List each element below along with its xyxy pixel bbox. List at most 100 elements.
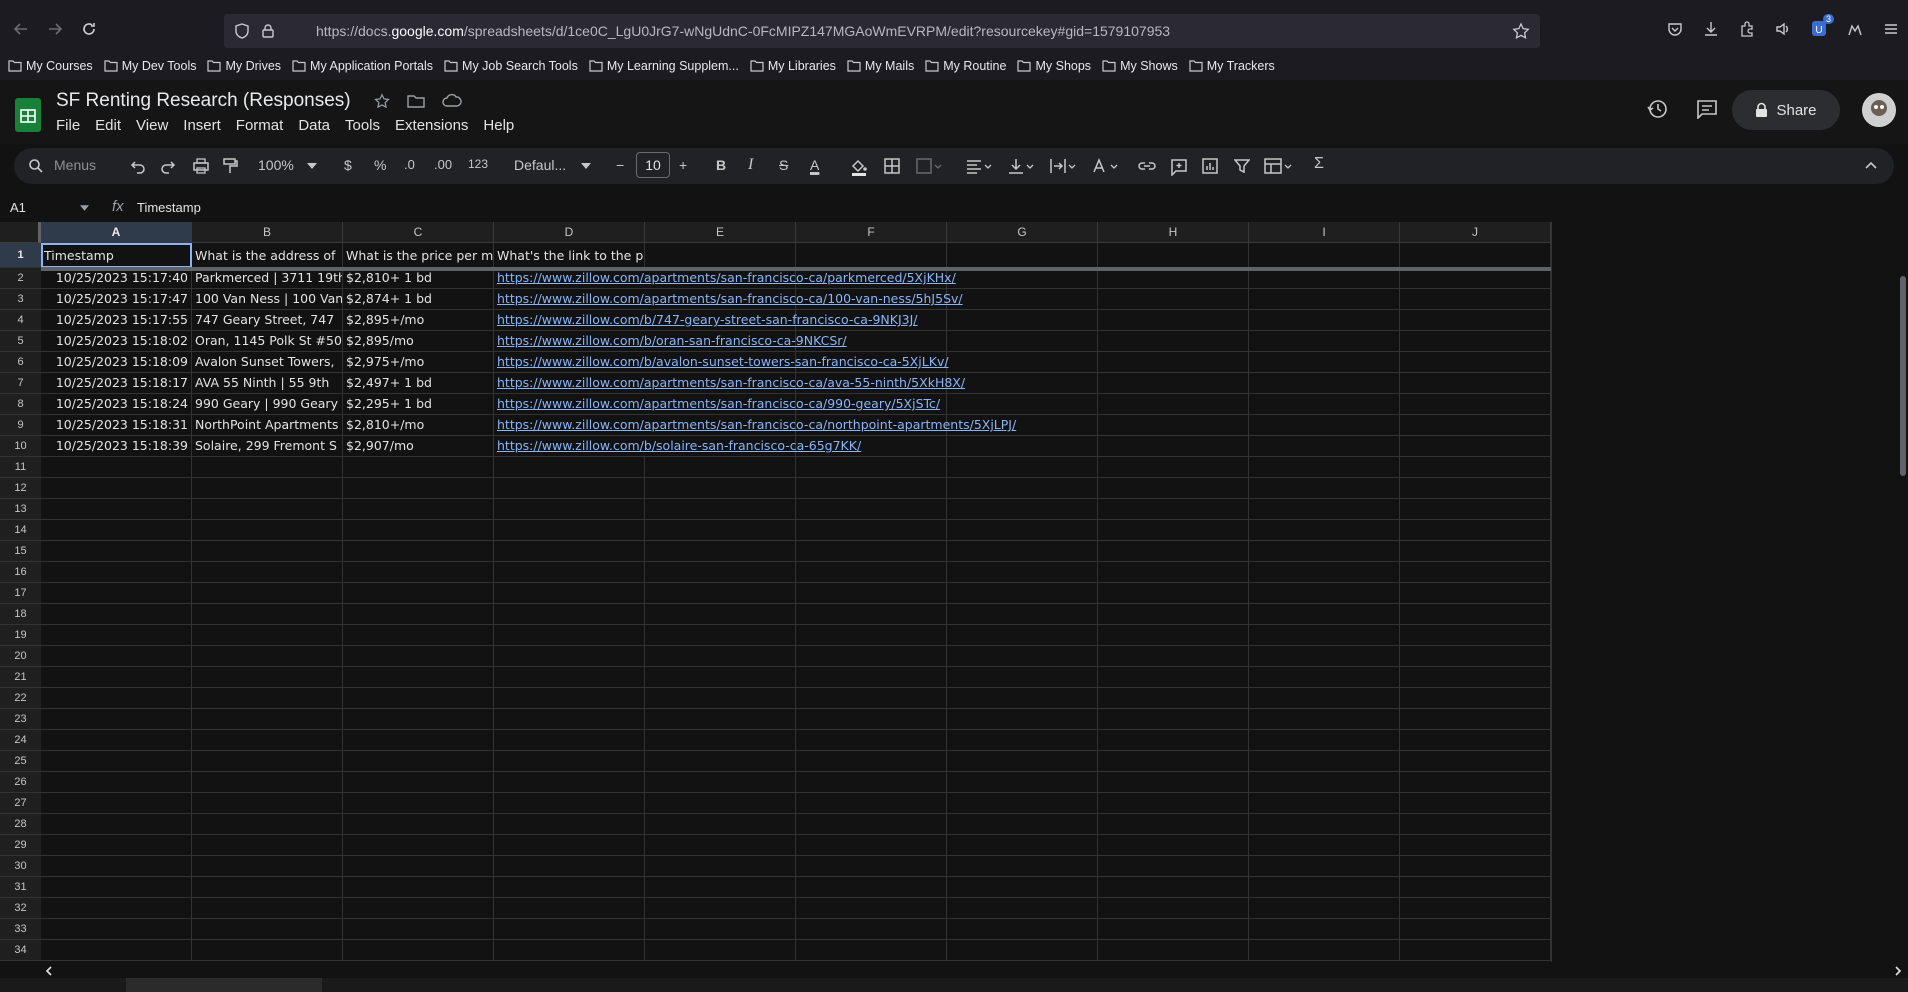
font-size-increase-button[interactable]: +: [679, 157, 687, 173]
document-title-text[interactable]: SF Renting Research (Responses): [56, 90, 351, 111]
cell[interactable]: [192, 562, 343, 583]
cell[interactable]: [796, 243, 947, 268]
cell[interactable]: [1098, 709, 1249, 730]
cell[interactable]: [645, 898, 796, 919]
cell[interactable]: [1400, 373, 1551, 394]
cell[interactable]: [41, 772, 192, 793]
cell[interactable]: [1098, 625, 1249, 646]
cell[interactable]: [1400, 772, 1551, 793]
bookmark-item[interactable]: My Routine: [925, 59, 1006, 73]
row-header[interactable]: 31: [0, 877, 41, 898]
cell[interactable]: [1249, 709, 1400, 730]
insert-chart-icon[interactable]: [1202, 158, 1218, 174]
forward-icon[interactable]: [46, 20, 64, 38]
menu-tools[interactable]: Tools: [345, 117, 380, 134]
cell[interactable]: [494, 898, 645, 919]
cell[interactable]: [947, 243, 1098, 268]
cell[interactable]: [192, 625, 343, 646]
cell[interactable]: [796, 877, 947, 898]
cell[interactable]: [343, 520, 494, 541]
cloud-saved-icon[interactable]: [442, 93, 463, 109]
cell[interactable]: [192, 583, 343, 604]
cell[interactable]: [41, 814, 192, 835]
cell[interactable]: [947, 688, 1098, 709]
italic-button[interactable]: I: [748, 156, 753, 174]
cell[interactable]: [1098, 772, 1249, 793]
url-text[interactable]: https://docs.google.com/spreadsheets/d/1…: [316, 23, 1170, 39]
menu-edit[interactable]: Edit: [95, 117, 121, 134]
zoom-select[interactable]: 100%: [258, 157, 294, 173]
cell[interactable]: [343, 583, 494, 604]
cell[interactable]: [645, 646, 796, 667]
cell[interactable]: [41, 751, 192, 772]
cell[interactable]: [1249, 520, 1400, 541]
row-header[interactable]: 17: [0, 583, 41, 604]
bookmark-item[interactable]: My Shows: [1102, 59, 1178, 73]
cell[interactable]: [1249, 243, 1400, 268]
column-header[interactable]: I: [1249, 222, 1400, 243]
cell[interactable]: [1400, 541, 1551, 562]
cell[interactable]: [645, 499, 796, 520]
cell[interactable]: [947, 331, 1098, 352]
cell[interactable]: [1098, 373, 1249, 394]
price-cell[interactable]: $2,874+ 1 bd: [343, 289, 494, 310]
cell[interactable]: [645, 478, 796, 499]
hamburger-menu-icon[interactable]: [1882, 20, 1900, 38]
row-header[interactable]: 10: [0, 436, 41, 457]
row-header[interactable]: 4: [0, 310, 41, 331]
cell[interactable]: [494, 793, 645, 814]
cell[interactable]: [494, 688, 645, 709]
cell[interactable]: [947, 835, 1098, 856]
cell[interactable]: [947, 646, 1098, 667]
address-cell[interactable]: Oran, 1145 Polk St #50: [192, 331, 343, 352]
cell[interactable]: [1249, 772, 1400, 793]
cell[interactable]: [1400, 457, 1551, 478]
row-header[interactable]: 8: [0, 394, 41, 415]
text-rotation-icon[interactable]: [1092, 158, 1118, 174]
cell[interactable]: [41, 793, 192, 814]
cell[interactable]: [645, 772, 796, 793]
cell[interactable]: [494, 541, 645, 562]
formula-input[interactable]: Timestamp: [137, 200, 201, 215]
cell[interactable]: [192, 709, 343, 730]
cell[interactable]: [494, 667, 645, 688]
cell[interactable]: [645, 709, 796, 730]
cell[interactable]: [343, 457, 494, 478]
cell[interactable]: [494, 730, 645, 751]
cell[interactable]: [645, 919, 796, 940]
cell[interactable]: [494, 646, 645, 667]
cell[interactable]: [1249, 310, 1400, 331]
link-cell[interactable]: https://www.zillow.com/b/solaire-san-fra…: [494, 436, 861, 457]
cell[interactable]: [1249, 289, 1400, 310]
cell[interactable]: [343, 604, 494, 625]
menu-extensions[interactable]: Extensions: [395, 117, 468, 134]
bookmark-item[interactable]: My Trackers: [1189, 59, 1275, 73]
cell[interactable]: [192, 604, 343, 625]
address-cell[interactable]: 990 Geary | 990 Geary: [192, 394, 343, 415]
fill-color-icon[interactable]: [850, 158, 868, 176]
row-header[interactable]: 30: [0, 856, 41, 877]
insert-comment-icon[interactable]: [1170, 158, 1188, 176]
cell[interactable]: [41, 478, 192, 499]
cell[interactable]: [645, 688, 796, 709]
price-cell[interactable]: $2,810+ 1 bd: [343, 268, 494, 289]
address-cell[interactable]: Parkmerced | 3711 19th: [192, 268, 343, 289]
cell[interactable]: [1249, 394, 1400, 415]
row-header[interactable]: 9: [0, 415, 41, 436]
cell[interactable]: [1249, 919, 1400, 940]
cell[interactable]: [947, 310, 1098, 331]
cell[interactable]: [645, 856, 796, 877]
cell[interactable]: [1400, 478, 1551, 499]
cell[interactable]: [1249, 625, 1400, 646]
column-header[interactable]: F: [796, 222, 947, 243]
cell[interactable]: [1249, 730, 1400, 751]
cell[interactable]: [1098, 331, 1249, 352]
row-header[interactable]: 13: [0, 499, 41, 520]
menu-format[interactable]: Format: [236, 117, 284, 134]
cell[interactable]: [494, 940, 645, 961]
row-header[interactable]: 15: [0, 541, 41, 562]
bookmark-item[interactable]: My Drives: [207, 59, 281, 73]
document-title[interactable]: SF Renting Research (Responses): [56, 90, 463, 112]
cell[interactable]: [494, 751, 645, 772]
column-header[interactable]: G: [947, 222, 1098, 243]
